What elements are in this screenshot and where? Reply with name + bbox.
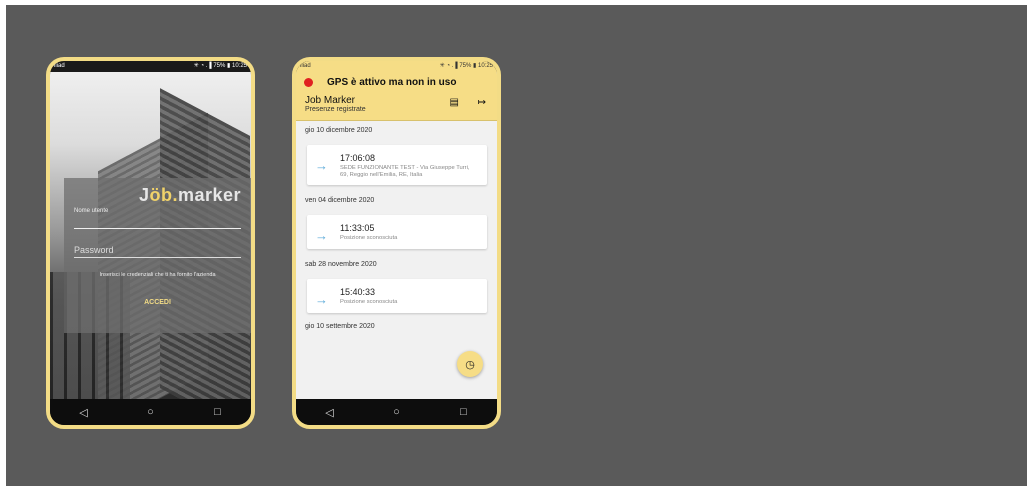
home-icon[interactable]: ○ <box>136 406 166 418</box>
username-label: Nome utente <box>74 208 109 214</box>
password-input[interactable] <box>74 245 241 258</box>
back-icon[interactable]: ◁ <box>315 406 345 419</box>
android-nav-bar: ◁ ○ □ <box>296 399 497 425</box>
presentation-background: iliad ✳ ◔ .▐ 75% ▮ 10:25 Jöb.marker Nome… <box>6 5 1027 486</box>
attendance-entry[interactable]: → 11:33:05 Posizione sconosciuta <box>307 215 487 249</box>
app-header: Job Marker Presenze registrate ▤ ↦ <box>296 92 497 121</box>
login-button[interactable]: ACCEDI <box>138 298 177 307</box>
login-background-image: Jöb.marker Nome utente Inserisci le cred… <box>50 72 251 399</box>
status-icons: ✳ ◔ .▐ 75% ▮ 10:25 <box>439 63 493 69</box>
exit-icon[interactable]: ↦ <box>478 97 486 108</box>
status-icons: ✳ ◔ .▐ 75% ▮ 10:25 <box>193 63 247 69</box>
date-header: gio 10 settembre 2020 <box>305 323 375 330</box>
date-header: sab 28 novembre 2020 <box>305 261 377 268</box>
app-subtitle: Presenze registrate <box>305 106 366 113</box>
entry-time: 11:33:05 <box>340 223 375 233</box>
status-bar: iliad ✳ ◔ .▐ 75% ▮ 10:25 <box>50 61 251 72</box>
carrier-label: iliad <box>300 63 311 69</box>
status-bar: iliad ✳ ◔ .▐ 75% ▮ 10:25 <box>296 61 497 72</box>
username-input[interactable] <box>74 228 241 229</box>
entry-location: SEDE FUNZIONANTE TEST - Via Giuseppe Tur… <box>340 165 470 178</box>
login-card: Jöb.marker Nome utente Inserisci le cred… <box>64 178 251 333</box>
credentials-helper-text: Inserisci le credenziali che ti ha forni… <box>99 272 216 278</box>
android-nav-bar: ◁ ○ □ <box>50 399 251 425</box>
gps-status-dot <box>304 77 313 87</box>
carrier-label: iliad <box>54 63 65 69</box>
app-title: Job Marker <box>305 95 356 106</box>
entry-location: Posizione sconosciuta <box>340 235 398 241</box>
recents-icon[interactable]: □ <box>203 406 233 418</box>
attendance-list[interactable]: gio 10 dicembre 2020 → 17:06:08 SEDE FUN… <box>296 121 497 337</box>
arrow-right-icon: → <box>315 228 328 243</box>
home-icon[interactable]: ○ <box>382 406 412 418</box>
date-header: ven 04 dicembre 2020 <box>305 197 375 204</box>
recents-icon[interactable]: □ <box>449 406 479 418</box>
entry-time: 17:06:08 <box>340 153 376 163</box>
entry-location: Posizione sconosciuta <box>340 299 398 305</box>
gps-status-text: GPS è attivo ma non in uso <box>327 76 457 88</box>
date-header: gio 10 dicembre 2020 <box>305 127 373 134</box>
list-icon[interactable]: ▤ <box>450 97 459 108</box>
back-icon[interactable]: ◁ <box>69 406 99 419</box>
arrow-right-icon: → <box>315 292 328 307</box>
attendance-entry[interactable]: → 17:06:08 SEDE FUNZIONANTE TEST - Via G… <box>307 145 487 185</box>
clock-icon: ◷ <box>465 358 475 371</box>
clock-in-button[interactable]: ◷ <box>457 351 483 377</box>
phone-login: iliad ✳ ◔ .▐ 75% ▮ 10:25 Jöb.marker Nome… <box>46 57 255 429</box>
app-logo: Jöb.marker <box>138 185 241 205</box>
entry-time: 15:40:33 <box>340 287 376 297</box>
phone-attendance: iliad ✳ ◔ .▐ 75% ▮ 10:25 GPS è attivo ma… <box>292 57 501 429</box>
attendance-screen: GPS è attivo ma non in uso Job Marker Pr… <box>296 72 497 399</box>
arrow-right-icon: → <box>315 158 328 173</box>
attendance-entry[interactable]: → 15:40:33 Posizione sconosciuta <box>307 279 487 313</box>
gps-status-bar: GPS è attivo ma non in uso <box>296 72 497 92</box>
